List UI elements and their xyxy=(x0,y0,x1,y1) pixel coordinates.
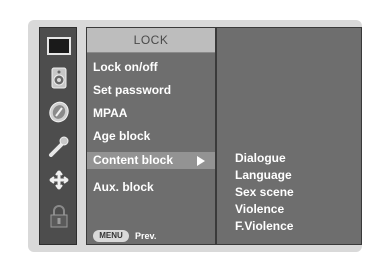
submenu-item-dialogue[interactable]: Dialogue xyxy=(235,151,286,165)
content-block-submenu: Dialogue Language Sex scene Violence F.V… xyxy=(216,27,362,245)
submenu-item-language[interactable]: Language xyxy=(235,168,292,182)
time-icon[interactable] xyxy=(46,100,72,124)
sound-icon[interactable] xyxy=(46,66,72,90)
menu-item-aux-block[interactable]: Aux. block xyxy=(93,180,154,194)
prev-label: Prev. xyxy=(135,231,157,241)
special-icon[interactable] xyxy=(46,134,72,158)
menu-item-label: Content block xyxy=(93,153,173,167)
menu-item-lock-on-off[interactable]: Lock on/off xyxy=(93,60,158,74)
menu-item-content-block[interactable]: Content block xyxy=(87,152,215,169)
submenu-item-violence[interactable]: Violence xyxy=(235,202,284,216)
submenu-arrow-icon xyxy=(197,156,205,166)
picture-icon[interactable] xyxy=(46,34,72,58)
menu-footer: MENU Prev. xyxy=(87,229,215,244)
screen-icon[interactable] xyxy=(46,168,72,192)
menu-item-set-password[interactable]: Set password xyxy=(93,83,171,97)
submenu-item-f-violence[interactable]: F.Violence xyxy=(235,219,293,233)
menu-item-age-block[interactable]: Age block xyxy=(93,129,150,143)
menu-key-button[interactable]: MENU xyxy=(93,230,129,242)
menu-title: LOCK xyxy=(87,28,215,53)
lock-menu: LOCK Lock on/off Set password MPAA Age b… xyxy=(86,27,216,245)
menu-icon-bar xyxy=(39,27,77,245)
submenu-item-sex-scene[interactable]: Sex scene xyxy=(235,185,294,199)
lock-icon[interactable] xyxy=(46,204,72,228)
menu-item-mpaa[interactable]: MPAA xyxy=(93,106,127,120)
